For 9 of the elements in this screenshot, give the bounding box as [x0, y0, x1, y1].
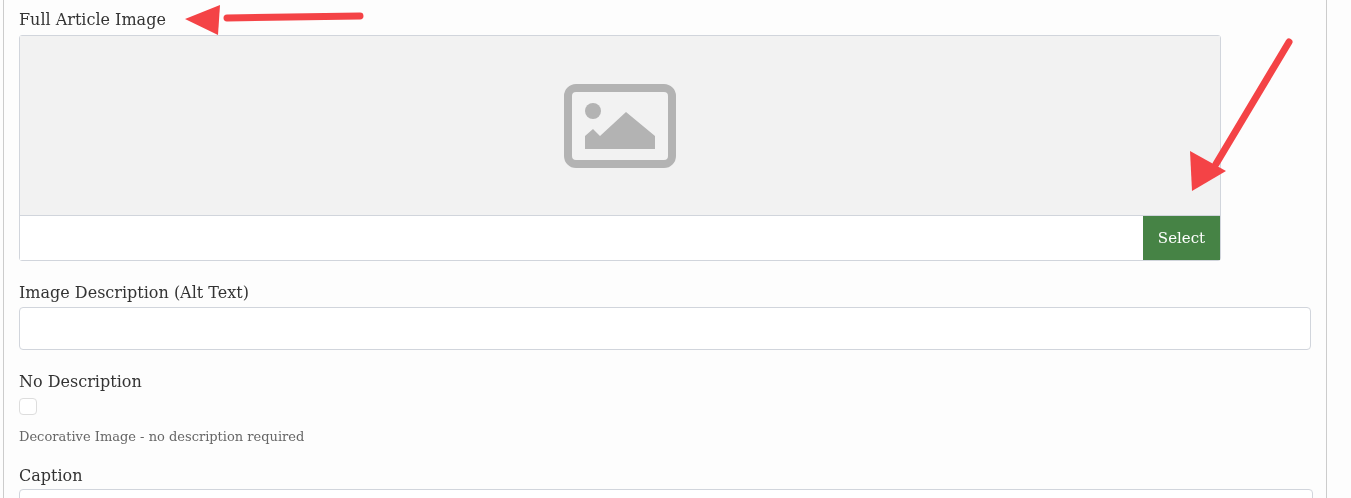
select-button[interactable]: Select: [1143, 216, 1220, 260]
field-label: Image Description (Alt Text): [19, 283, 249, 303]
field-label: Full Article Image: [19, 10, 166, 30]
image-placeholder-icon: [564, 83, 676, 168]
checkbox[interactable]: [19, 397, 37, 416]
field-label: Caption: [19, 466, 83, 487]
help-text: Decorative Image - no description required: [19, 429, 305, 445]
description-field[interactable]: [19, 307, 1311, 350]
field-label: No Description: [19, 371, 142, 392]
